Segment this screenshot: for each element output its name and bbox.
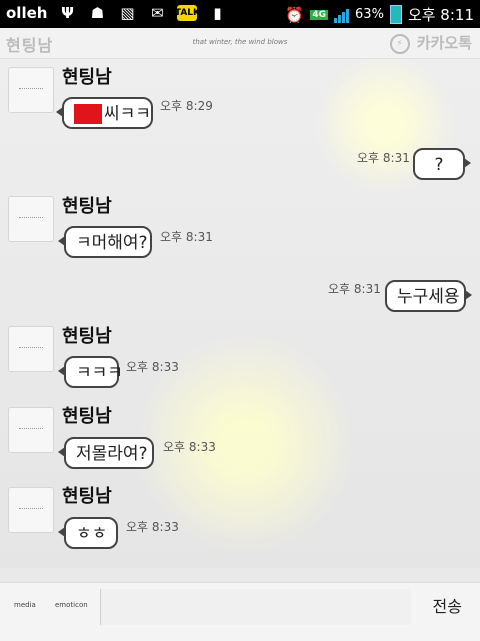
status-clock: 오후 8:11 (407, 6, 474, 24)
sender-name: 현팅남 (62, 486, 112, 507)
message-bubble[interactable]: 누구세용 (385, 280, 472, 312)
message-text: 저몰라여? (76, 444, 148, 464)
sender-avatar[interactable] (8, 487, 54, 533)
message-bubble[interactable]: 저몰라여? (58, 437, 154, 469)
sender-avatar[interactable] (8, 326, 54, 372)
message-bubble[interactable]: 씨ㅋㅋ (56, 97, 153, 129)
message-text: ㅋ머해여? (76, 233, 148, 253)
battery-percent: 63% (355, 7, 384, 22)
sender-name: 현팅남 (62, 406, 112, 427)
send-button[interactable]: 전송 (433, 593, 462, 617)
signal-icon (334, 7, 350, 23)
sim-icon: ▮ (213, 4, 222, 22)
sender-avatar[interactable] (8, 67, 54, 113)
sender-name: 현팅남 (62, 196, 112, 217)
kakaotalk-logo-icon: ⚡ (389, 33, 410, 54)
kakaotalk-icon: TALK (175, 5, 200, 21)
battery-icon (389, 5, 402, 24)
emoticon-button[interactable]: emoticon (55, 601, 88, 609)
network-type-badge: 4G (310, 9, 329, 20)
message-time: 오후 8:31 (160, 230, 213, 244)
message-text: 씨ㅋㅋ (104, 104, 151, 124)
android-icon: ☗ (90, 4, 105, 22)
mail-icon: ✉ (151, 4, 164, 22)
message-text: ㅎㅎ (76, 524, 108, 544)
message-text: ㅋㅋㅋ (76, 363, 123, 383)
message-bubble[interactable]: ? (413, 148, 471, 180)
brand-label: 카카오톡 (416, 34, 472, 52)
message-bubble[interactable]: ㅋㅋㅋ (58, 356, 123, 388)
message-time: 오후 8:33 (126, 520, 179, 534)
message-text: ? (434, 155, 444, 175)
status-bar: olleh Ψ ☗ ▧ ✉ TALK ▮ ⏰ 4G 63% 오후 8:11 (0, 0, 480, 28)
media-button[interactable]: media (14, 601, 36, 609)
message-time: 오후 8:33 (163, 440, 216, 454)
message-bubble[interactable]: ㅋ머해여? (58, 226, 152, 258)
message-time: 오후 8:33 (126, 360, 179, 374)
alarm-icon: ⏰ (285, 5, 304, 24)
sender-avatar[interactable] (8, 196, 54, 242)
message-time: 오후 8:29 (160, 99, 213, 113)
message-time: 오후 8:31 (357, 151, 410, 165)
sender-name: 현팅남 (62, 67, 112, 88)
message-text: 누구세용 (397, 287, 460, 307)
usb-icon: Ψ (61, 4, 74, 22)
message-time: 오후 8:31 (328, 282, 381, 296)
chat-header: 현팅남 that winter, the wind blows ⚡ 카카오톡 (0, 28, 480, 59)
sender-name: 현팅남 (62, 326, 112, 347)
image-icon: ▧ (120, 4, 135, 22)
message-input[interactable] (100, 589, 411, 625)
redaction-block (74, 104, 102, 124)
carrier-label: olleh (6, 4, 48, 22)
sender-avatar[interactable] (8, 407, 54, 453)
message-bubble[interactable]: ㅎㅎ (58, 517, 118, 549)
message-input-bar: media emoticon 전송 (0, 582, 480, 641)
chat-area[interactable]: 현팅남 씨ㅋㅋ 오후 8:29 오후 8:31 ? 현팅남 ㅋ머해여? 오후 8… (0, 59, 480, 568)
kakaotalk-brand: ⚡ 카카오톡 (389, 32, 472, 54)
